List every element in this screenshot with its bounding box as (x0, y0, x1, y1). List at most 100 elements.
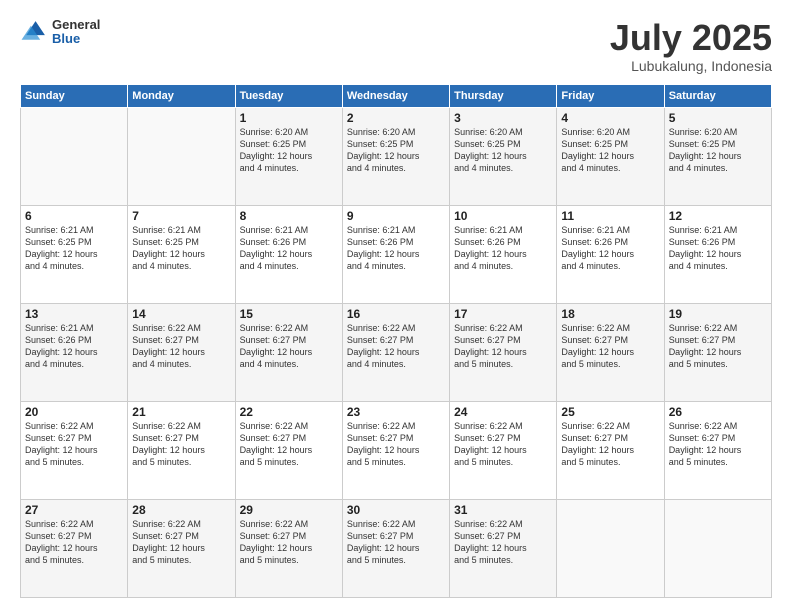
day-number: 12 (669, 209, 767, 223)
day-info: Sunrise: 6:22 AM Sunset: 6:27 PM Dayligh… (132, 322, 230, 371)
day-info: Sunrise: 6:22 AM Sunset: 6:27 PM Dayligh… (561, 322, 659, 371)
calendar-cell: 2Sunrise: 6:20 AM Sunset: 6:25 PM Daylig… (342, 107, 449, 205)
day-number: 10 (454, 209, 552, 223)
calendar-week-5: 27Sunrise: 6:22 AM Sunset: 6:27 PM Dayli… (21, 499, 772, 597)
day-info: Sunrise: 6:22 AM Sunset: 6:27 PM Dayligh… (240, 322, 338, 371)
calendar-cell: 19Sunrise: 6:22 AM Sunset: 6:27 PM Dayli… (664, 303, 771, 401)
calendar-cell: 5Sunrise: 6:20 AM Sunset: 6:25 PM Daylig… (664, 107, 771, 205)
day-info: Sunrise: 6:22 AM Sunset: 6:27 PM Dayligh… (669, 420, 767, 469)
calendar-cell: 4Sunrise: 6:20 AM Sunset: 6:25 PM Daylig… (557, 107, 664, 205)
day-number: 7 (132, 209, 230, 223)
page: General Blue July 2025 Lubukalung, Indon… (0, 0, 792, 612)
calendar-cell: 1Sunrise: 6:20 AM Sunset: 6:25 PM Daylig… (235, 107, 342, 205)
day-info: Sunrise: 6:21 AM Sunset: 6:26 PM Dayligh… (347, 224, 445, 273)
day-number: 6 (25, 209, 123, 223)
day-info: Sunrise: 6:20 AM Sunset: 6:25 PM Dayligh… (240, 126, 338, 175)
day-number: 5 (669, 111, 767, 125)
calendar-cell (557, 499, 664, 597)
day-info: Sunrise: 6:22 AM Sunset: 6:27 PM Dayligh… (669, 322, 767, 371)
day-number: 27 (25, 503, 123, 517)
calendar-cell: 29Sunrise: 6:22 AM Sunset: 6:27 PM Dayli… (235, 499, 342, 597)
calendar-cell: 28Sunrise: 6:22 AM Sunset: 6:27 PM Dayli… (128, 499, 235, 597)
calendar-cell: 23Sunrise: 6:22 AM Sunset: 6:27 PM Dayli… (342, 401, 449, 499)
day-number: 8 (240, 209, 338, 223)
calendar-cell: 9Sunrise: 6:21 AM Sunset: 6:26 PM Daylig… (342, 205, 449, 303)
day-number: 21 (132, 405, 230, 419)
calendar-cell: 31Sunrise: 6:22 AM Sunset: 6:27 PM Dayli… (450, 499, 557, 597)
day-info: Sunrise: 6:22 AM Sunset: 6:27 PM Dayligh… (561, 420, 659, 469)
calendar-week-1: 1Sunrise: 6:20 AM Sunset: 6:25 PM Daylig… (21, 107, 772, 205)
day-number: 29 (240, 503, 338, 517)
day-number: 16 (347, 307, 445, 321)
calendar-cell: 10Sunrise: 6:21 AM Sunset: 6:26 PM Dayli… (450, 205, 557, 303)
calendar-week-4: 20Sunrise: 6:22 AM Sunset: 6:27 PM Dayli… (21, 401, 772, 499)
logo-text: General Blue (52, 18, 100, 47)
calendar-cell: 15Sunrise: 6:22 AM Sunset: 6:27 PM Dayli… (235, 303, 342, 401)
day-number: 3 (454, 111, 552, 125)
day-number: 2 (347, 111, 445, 125)
day-info: Sunrise: 6:22 AM Sunset: 6:27 PM Dayligh… (454, 322, 552, 371)
day-info: Sunrise: 6:21 AM Sunset: 6:26 PM Dayligh… (454, 224, 552, 273)
calendar-table: Sunday Monday Tuesday Wednesday Thursday… (20, 84, 772, 598)
logo-icon (20, 18, 48, 46)
day-info: Sunrise: 6:21 AM Sunset: 6:26 PM Dayligh… (240, 224, 338, 273)
day-info: Sunrise: 6:22 AM Sunset: 6:27 PM Dayligh… (240, 420, 338, 469)
calendar-cell (664, 499, 771, 597)
calendar-cell: 27Sunrise: 6:22 AM Sunset: 6:27 PM Dayli… (21, 499, 128, 597)
calendar-header: Sunday Monday Tuesday Wednesday Thursday… (21, 84, 772, 107)
calendar-cell: 12Sunrise: 6:21 AM Sunset: 6:26 PM Dayli… (664, 205, 771, 303)
day-number: 25 (561, 405, 659, 419)
day-info: Sunrise: 6:22 AM Sunset: 6:27 PM Dayligh… (132, 518, 230, 567)
day-number: 14 (132, 307, 230, 321)
day-info: Sunrise: 6:21 AM Sunset: 6:25 PM Dayligh… (132, 224, 230, 273)
calendar-week-3: 13Sunrise: 6:21 AM Sunset: 6:26 PM Dayli… (21, 303, 772, 401)
day-info: Sunrise: 6:22 AM Sunset: 6:27 PM Dayligh… (347, 518, 445, 567)
day-info: Sunrise: 6:22 AM Sunset: 6:27 PM Dayligh… (454, 518, 552, 567)
calendar-cell: 20Sunrise: 6:22 AM Sunset: 6:27 PM Dayli… (21, 401, 128, 499)
day-number: 26 (669, 405, 767, 419)
calendar-cell: 21Sunrise: 6:22 AM Sunset: 6:27 PM Dayli… (128, 401, 235, 499)
calendar-cell: 25Sunrise: 6:22 AM Sunset: 6:27 PM Dayli… (557, 401, 664, 499)
calendar-cell: 26Sunrise: 6:22 AM Sunset: 6:27 PM Dayli… (664, 401, 771, 499)
day-info: Sunrise: 6:20 AM Sunset: 6:25 PM Dayligh… (454, 126, 552, 175)
header: General Blue July 2025 Lubukalung, Indon… (20, 18, 772, 74)
day-info: Sunrise: 6:22 AM Sunset: 6:27 PM Dayligh… (347, 420, 445, 469)
day-info: Sunrise: 6:22 AM Sunset: 6:27 PM Dayligh… (25, 518, 123, 567)
location-subtitle: Lubukalung, Indonesia (610, 58, 772, 74)
col-saturday: Saturday (664, 84, 771, 107)
day-number: 15 (240, 307, 338, 321)
day-number: 22 (240, 405, 338, 419)
day-info: Sunrise: 6:21 AM Sunset: 6:26 PM Dayligh… (669, 224, 767, 273)
day-number: 28 (132, 503, 230, 517)
logo-blue-text: Blue (52, 32, 100, 46)
calendar-cell: 14Sunrise: 6:22 AM Sunset: 6:27 PM Dayli… (128, 303, 235, 401)
logo: General Blue (20, 18, 100, 47)
col-thursday: Thursday (450, 84, 557, 107)
calendar-cell (128, 107, 235, 205)
day-number: 4 (561, 111, 659, 125)
day-info: Sunrise: 6:20 AM Sunset: 6:25 PM Dayligh… (669, 126, 767, 175)
calendar-cell: 6Sunrise: 6:21 AM Sunset: 6:25 PM Daylig… (21, 205, 128, 303)
col-friday: Friday (557, 84, 664, 107)
day-number: 31 (454, 503, 552, 517)
col-monday: Monday (128, 84, 235, 107)
day-number: 24 (454, 405, 552, 419)
day-info: Sunrise: 6:20 AM Sunset: 6:25 PM Dayligh… (347, 126, 445, 175)
day-info: Sunrise: 6:22 AM Sunset: 6:27 PM Dayligh… (347, 322, 445, 371)
day-info: Sunrise: 6:22 AM Sunset: 6:27 PM Dayligh… (240, 518, 338, 567)
calendar-cell: 24Sunrise: 6:22 AM Sunset: 6:27 PM Dayli… (450, 401, 557, 499)
month-title: July 2025 (610, 18, 772, 58)
col-sunday: Sunday (21, 84, 128, 107)
calendar-cell: 16Sunrise: 6:22 AM Sunset: 6:27 PM Dayli… (342, 303, 449, 401)
day-number: 19 (669, 307, 767, 321)
logo-general-text: General (52, 18, 100, 32)
day-info: Sunrise: 6:20 AM Sunset: 6:25 PM Dayligh… (561, 126, 659, 175)
title-block: July 2025 Lubukalung, Indonesia (610, 18, 772, 74)
day-number: 20 (25, 405, 123, 419)
day-info: Sunrise: 6:22 AM Sunset: 6:27 PM Dayligh… (132, 420, 230, 469)
calendar-week-2: 6 Sunrise: 6:21 AM Sunset: 6:25 PM Daylig… (21, 205, 772, 303)
day-info: Sunrise: 6:22 AM Sunset: 6:27 PM Dayligh… (25, 420, 123, 469)
day-number: 9 (347, 209, 445, 223)
day-number: 30 (347, 503, 445, 517)
calendar-cell: 18Sunrise: 6:22 AM Sunset: 6:27 PM Dayli… (557, 303, 664, 401)
